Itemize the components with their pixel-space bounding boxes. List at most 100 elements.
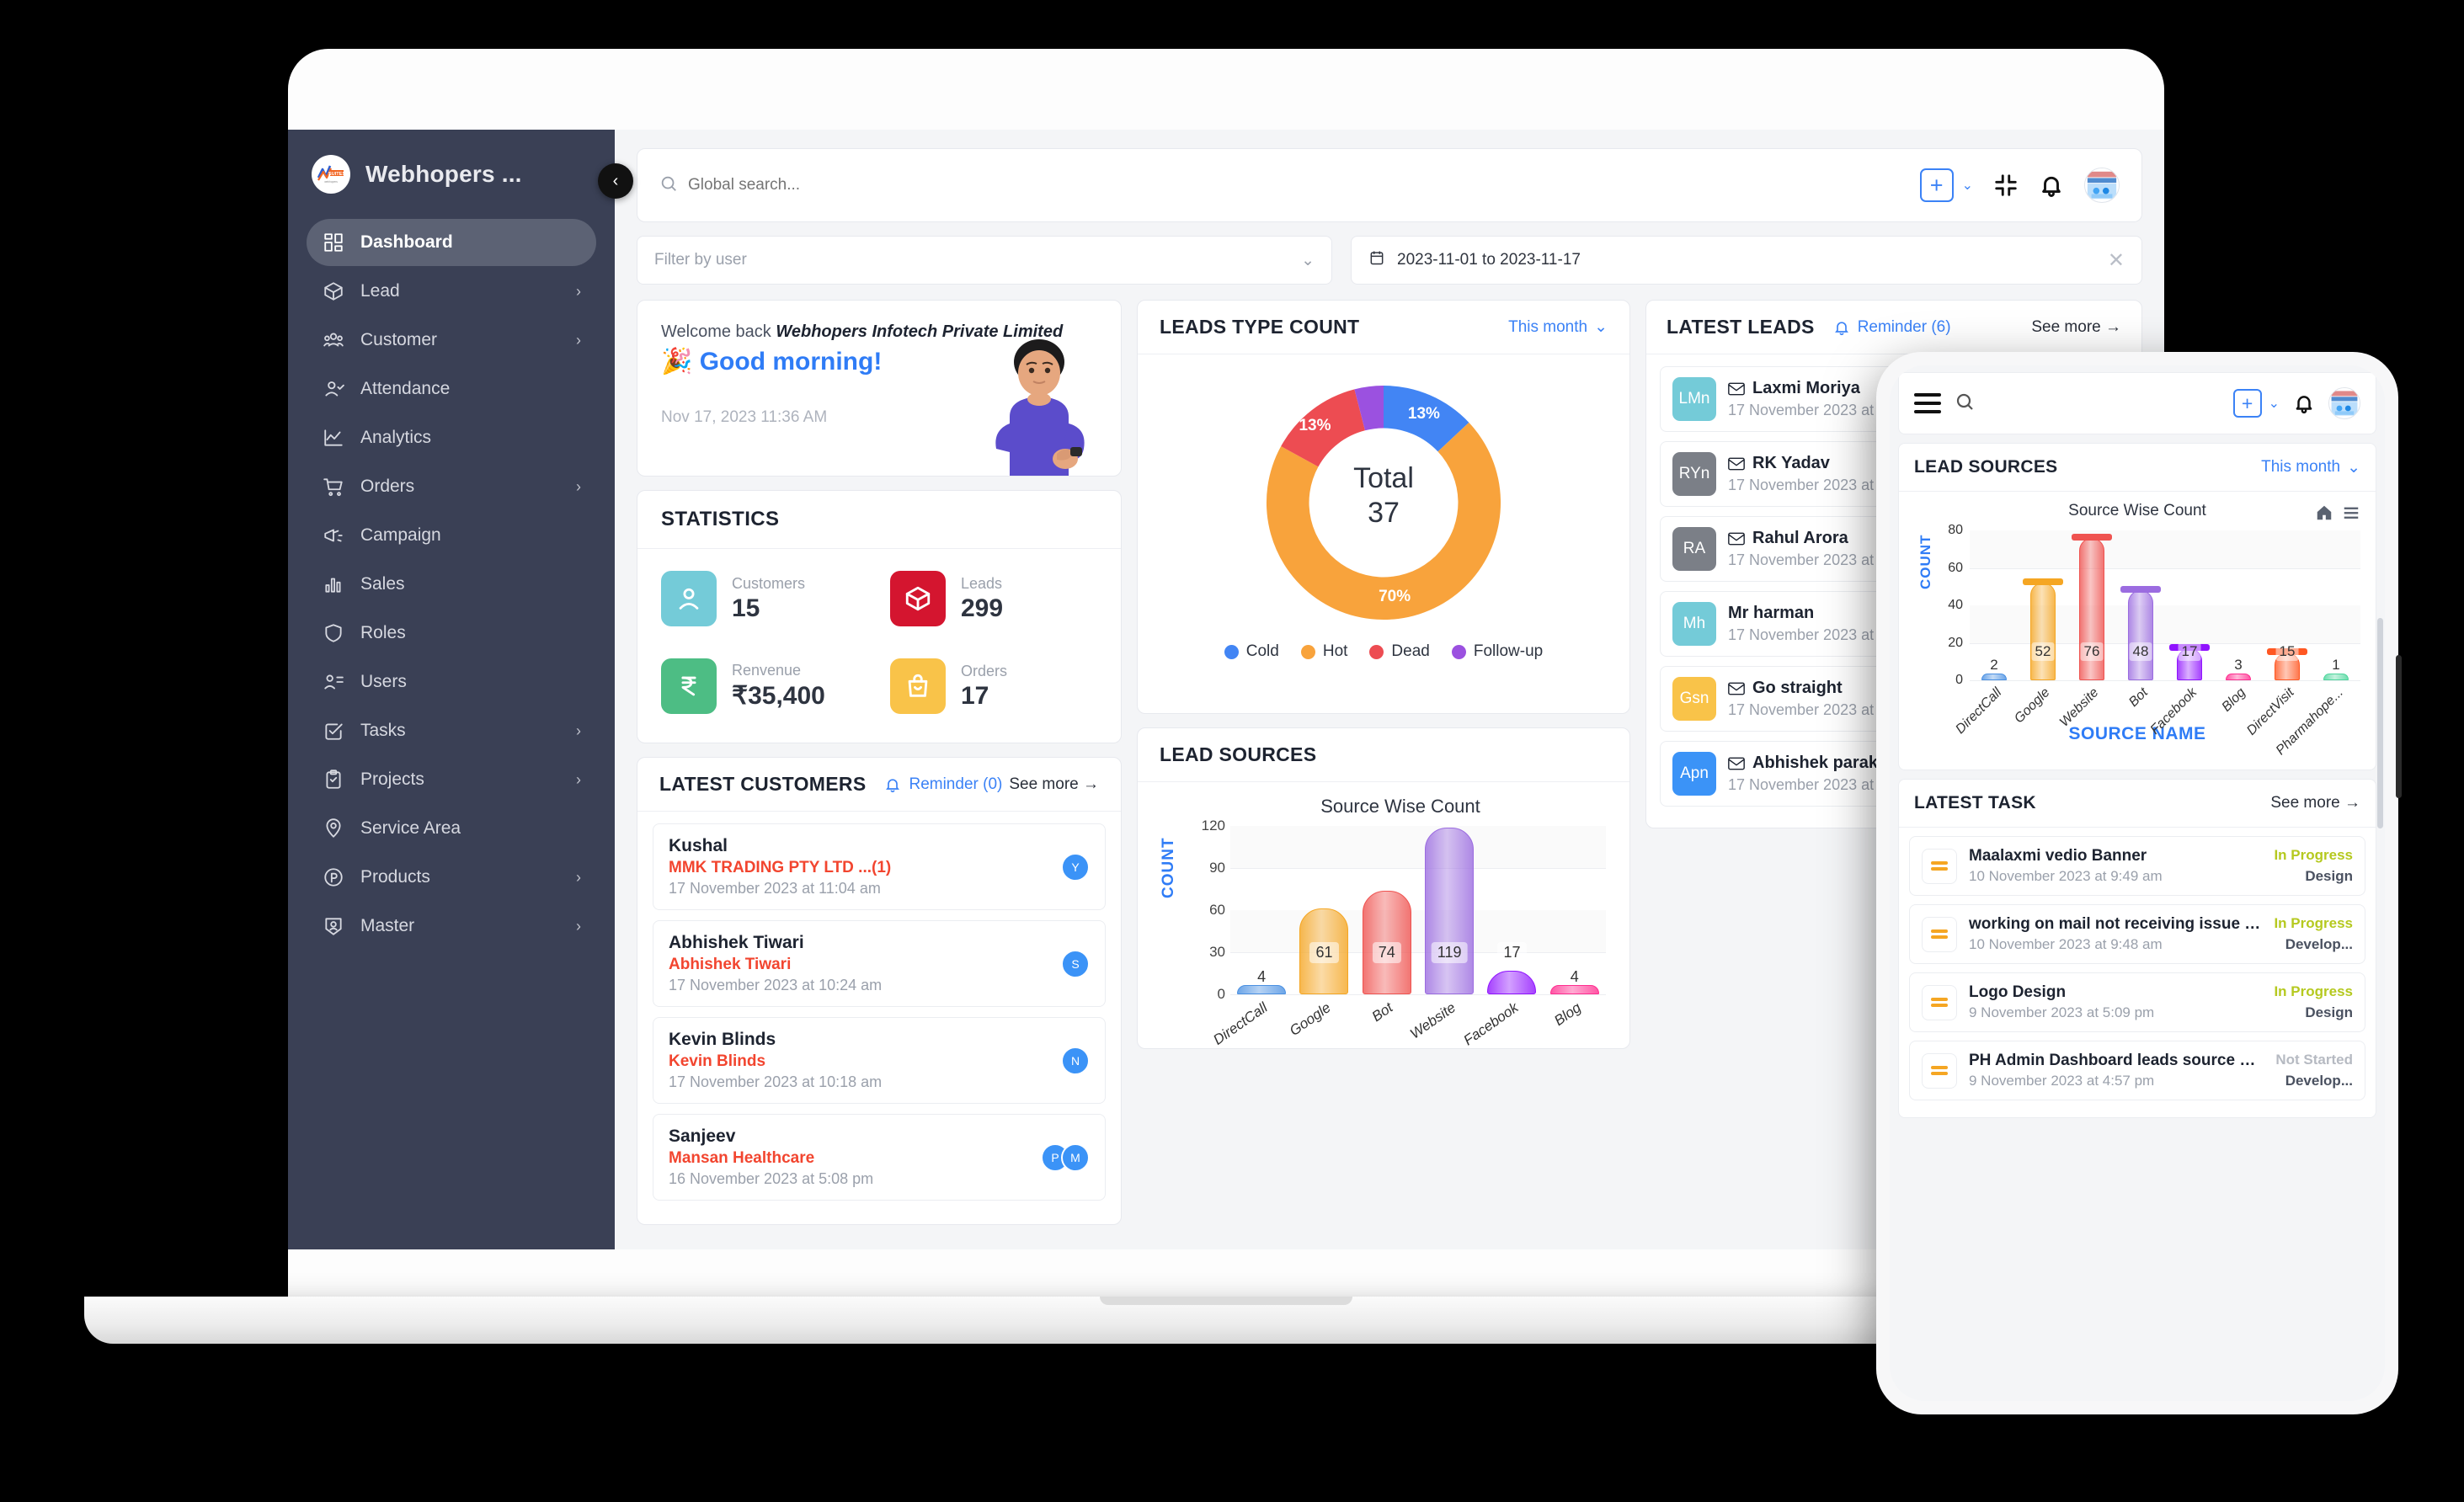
bar-group: 17 Facebook (2147, 530, 2214, 738)
sidebar-item-tasks[interactable]: Tasks › (307, 707, 596, 754)
latest-leads-header: LATEST LEADS Reminder (6) See more → (1646, 301, 2141, 354)
lead-sources-body: Source Wise Count COUNT 0 30 60 90 120 4 Dire… (1138, 782, 1629, 1048)
stat-label: Customers (732, 574, 806, 592)
legend-item-follow-up[interactable]: Follow-up (1451, 642, 1543, 661)
home-icon[interactable] (2315, 503, 2333, 526)
add-button[interactable]: + (1919, 168, 1954, 202)
bar-website[interactable]: 119 (1425, 827, 1475, 994)
sidebar-item-lead[interactable]: Lead › (307, 268, 596, 315)
sidebar-item-dashboard[interactable]: Dashboard (307, 219, 596, 266)
bar-bot[interactable]: 74 (1362, 890, 1411, 994)
lead-date: 17 November 2023 at 9:3 (1728, 551, 1900, 568)
chevron-down-icon[interactable]: ⌄ (2269, 395, 2280, 412)
customer-avatars: N (1061, 1046, 1090, 1075)
hamburger-menu-icon[interactable] (1914, 393, 1941, 413)
customer-name: Abhishek Tiwari (669, 933, 804, 952)
bar-directcall[interactable]: 2 (1981, 657, 2007, 680)
x-tick-label: Website (1407, 999, 1459, 1042)
search-input[interactable] (688, 176, 1025, 194)
legend-item-hot[interactable]: Hot (1300, 642, 1347, 661)
bar-group: 76 Website (2057, 530, 2116, 730)
lead-date: 17 November 2023 at 10: (1728, 477, 1900, 493)
donut-total-label: Total (1353, 462, 1414, 494)
bar-bot[interactable]: 48 (2120, 586, 2161, 680)
column-left: Welcome back Webhopers Infotech Private … (637, 300, 1122, 1225)
customer-row[interactable]: Kevin Blinds Kevin Blinds 17 November 2023… (653, 1017, 1106, 1104)
bar-blog[interactable]: 3 (2226, 657, 2251, 680)
sidebar-item-master[interactable]: Master › (307, 903, 596, 950)
add-button[interactable]: + (2232, 389, 2262, 418)
sidebar-item-sales[interactable]: Sales (307, 561, 596, 608)
sidebar-item-label: Lead (360, 281, 400, 301)
menu-icon[interactable] (2342, 503, 2360, 526)
task-row[interactable]: PH Admin Dashboard leads source wi... 9 N… (1909, 1041, 2365, 1100)
calendar-icon (1368, 248, 1385, 272)
bar-directvisit[interactable]: 15 (2267, 642, 2307, 680)
sidebar-item-analytics[interactable]: Analytics (307, 414, 596, 461)
phone-side-button[interactable] (2396, 655, 2402, 798)
customers-see-more-link[interactable]: See more → (1009, 775, 1099, 794)
chevron-down-icon[interactable]: ⌄ (1962, 177, 1973, 194)
sidebar-item-attendance[interactable]: Attendance (307, 365, 596, 413)
bar-directcall[interactable]: 4 (1237, 968, 1287, 994)
filter-by-user-select[interactable]: Filter by user ⌄ (637, 236, 1332, 285)
sidebar-item-label: Attendance (360, 379, 451, 398)
clear-date-icon[interactable]: ✕ (2108, 248, 2125, 273)
sidebar-item-label: Dashboard (360, 232, 453, 252)
sidebar-item-label: Campaign (360, 525, 441, 545)
customer-row[interactable]: Kushal MMK TRADING PTY LTD ...(1) 17 Novem… (653, 823, 1106, 910)
phone-period-select[interactable]: This month ⌄ (2261, 458, 2360, 477)
bar-value: 2 (1990, 657, 1998, 673)
bar-pharmahope[interactable]: 1 (2323, 657, 2349, 680)
bell-icon[interactable] (2293, 392, 2315, 414)
phone-scrollbar[interactable] (2377, 618, 2383, 828)
bar-chart-icon (322, 573, 345, 596)
lead-avatar: Gsn (1672, 677, 1716, 721)
legend-swatch (1224, 644, 1239, 659)
bar-google[interactable]: 52 (2023, 578, 2063, 680)
bar-facebook[interactable]: 17 (2169, 642, 2210, 680)
bar-blog[interactable]: 4 (1549, 968, 1599, 994)
leads-type-title: LEADS TYPE COUNT (1160, 316, 1360, 338)
legend-item-cold[interactable]: Cold (1224, 642, 1279, 661)
bar-cap (2072, 533, 2112, 541)
user-icon (661, 571, 717, 626)
sidebar-item-projects[interactable]: Projects › (307, 756, 596, 803)
task-row[interactable]: Logo Design 9 November 2023 at 5:09 pm In … (1909, 972, 2365, 1032)
task-row[interactable]: Maalaxmi vedio Banner 10 November 2023 at… (1909, 836, 2365, 896)
customer-row[interactable]: Sanjeev Mansan Healthcare 16 November 2023… (653, 1114, 1106, 1201)
leads-see-more-link[interactable]: See more → (2031, 318, 2121, 337)
customer-row[interactable]: Abhishek Tiwari Abhishek Tiwari 17 Novembe… (653, 920, 1106, 1007)
bar-website[interactable]: 76 (2072, 533, 2112, 680)
legend-item-dead[interactable]: Dead (1369, 642, 1430, 661)
date-range-field[interactable]: 2023-11-01 to 2023-11-17 ✕ (1351, 236, 2142, 285)
bar-google[interactable]: 61 (1299, 908, 1349, 994)
bar-value: 76 (2080, 642, 2104, 661)
task-see-more-link[interactable]: See more → (2270, 794, 2360, 812)
svg-text:SUITES: SUITES (328, 172, 345, 177)
sidebar-item-roles[interactable]: Roles (307, 610, 596, 657)
search-icon[interactable] (1955, 391, 1975, 416)
avatar[interactable] (2328, 387, 2360, 419)
fullscreen-exit-icon[interactable] (1993, 173, 2019, 198)
bar-facebook[interactable]: 17 (1487, 942, 1537, 994)
sidebar-item-label: Projects (360, 770, 424, 789)
bell-icon[interactable] (2039, 173, 2064, 198)
sidebar-collapse-button[interactable]: ‹ (598, 163, 633, 199)
stat-value: 17 (961, 681, 989, 710)
customers-reminder-button[interactable]: Reminder (0) (884, 775, 1002, 794)
sidebar-item-users[interactable]: Users (307, 658, 596, 706)
task-row[interactable]: working on mail not receiving issue in .… (1909, 904, 2365, 964)
leads-reminder-button[interactable]: Reminder (6) (1833, 318, 1951, 337)
sidebar-item-service-area[interactable]: Service Area (307, 805, 596, 852)
stat-value: ₹35,400 (732, 682, 825, 710)
sidebar-item-products[interactable]: Products › (307, 854, 596, 901)
leads-type-period-select[interactable]: This month ⌄ (1508, 317, 1608, 337)
leads-type-body: Total 37 13% 70% 13% Cold Hot Dead Follow-up (1138, 354, 1629, 661)
sidebar-item-orders[interactable]: Orders › (307, 463, 596, 510)
avatar[interactable] (2084, 168, 2120, 203)
sidebar-item-campaign[interactable]: Campaign (307, 512, 596, 559)
sidebar-item-customer[interactable]: Customer › (307, 317, 596, 364)
lead-sources-header: LEAD SOURCES (1138, 728, 1629, 782)
latest-customers-header: LATEST CUSTOMERS Reminder (0) See more → (637, 758, 1121, 812)
